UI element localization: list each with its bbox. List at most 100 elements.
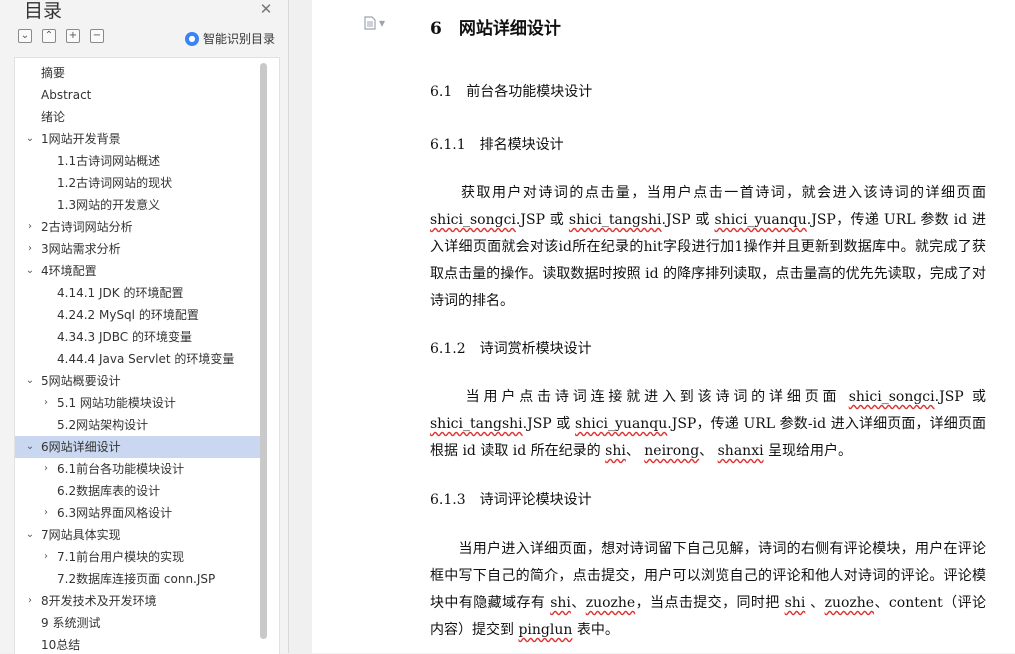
spellcheck-word: shici_tangshi xyxy=(568,212,662,228)
remove-heading-icon[interactable]: − xyxy=(90,29,104,43)
chevron-right-icon[interactable]: › xyxy=(41,458,51,480)
expand-level-icon[interactable]: ⌃ xyxy=(42,29,56,43)
document-outline-icon[interactable]: ▾ xyxy=(364,16,385,30)
toc-item[interactable]: 5.2网站架构设计 xyxy=(15,414,261,436)
toc-item-label: 7网站具体实现 xyxy=(41,528,121,542)
toc-item-label: 6网站详细设计 xyxy=(41,440,121,454)
toc-item[interactable]: ⌄ 6网站详细设计 xyxy=(15,436,261,458)
spellcheck-word: shici_yuanqu xyxy=(714,212,807,228)
spellcheck-word: zuozhe xyxy=(585,595,636,611)
toc-item-label: 5.2网站架构设计 xyxy=(57,418,149,432)
close-icon[interactable]: ✕ xyxy=(258,1,274,17)
toc-item-label: 4.24.2 MySql 的环境配置 xyxy=(57,308,199,322)
spellcheck-word: shici_songci xyxy=(430,212,516,228)
ai-detect-toc-label: 智能识别目录 xyxy=(203,32,276,46)
spellcheck-word: shici_tangshi xyxy=(430,416,523,432)
toc-item[interactable]: 6.2数据库表的设计 xyxy=(15,480,261,502)
spellcheck-word: pinglun xyxy=(518,622,573,638)
spellcheck-word: shi xyxy=(605,443,626,459)
toc-item-label: 1.1古诗词网站概述 xyxy=(57,154,161,168)
toc-item-label: 摘要 xyxy=(41,66,66,80)
paragraph-comment: 当用户进入详细页面，想对诗词留下自己见解，诗词的右侧有评论模块，用户在评论框中写… xyxy=(430,541,987,638)
toc-item[interactable]: ⌄ 4环境配置 xyxy=(15,260,261,282)
spellcheck-word: shici_songci xyxy=(848,389,935,405)
toc-sidebar: 目录 ✕ ⌄ ⌃ + − ● 智能识别目录 摘要 Abstract 绪论 ⌄ 1网站开发… xyxy=(0,0,289,654)
toc-item-label: 7.1前台用户模块的实现 xyxy=(57,550,185,564)
spellcheck-word: neirong xyxy=(644,443,700,459)
toc-item[interactable]: › 8开发技术及开发环境 xyxy=(15,590,261,612)
toc-item[interactable]: 4.44.4 Java Servlet 的环境变量 xyxy=(15,348,261,370)
ai-detect-toc-button[interactable]: ● 智能识别目录 xyxy=(185,30,275,47)
chevron-right-icon[interactable]: › xyxy=(25,590,35,612)
toc-item-label: 4环境配置 xyxy=(41,264,97,278)
toc-item[interactable]: 绪论 xyxy=(15,106,261,128)
toc-item-label: 4.34.3 JDBC 的环境变量 xyxy=(57,330,192,344)
chevron-down-icon[interactable]: ⌄ xyxy=(25,260,35,282)
heading-6-1-3: 6.1.3 诗词评论模块设计 xyxy=(430,492,592,508)
toc-item-label: 7.2数据库连接页面 conn.JSP xyxy=(57,572,216,586)
toc-item-label: 1网站开发背景 xyxy=(41,132,121,146)
toc-item-label: 5网站概要设计 xyxy=(41,374,121,388)
toc-item[interactable]: Abstract xyxy=(15,84,261,106)
heading-6-1: 6.1 前台各功能模块设计 xyxy=(430,84,593,100)
toc-item[interactable]: 1.2古诗词网站的现状 xyxy=(15,172,261,194)
toc-item[interactable]: 4.24.2 MySql 的环境配置 xyxy=(15,304,261,326)
toc-item[interactable]: 9 系统测试 xyxy=(15,612,261,634)
toc-item-label: 9 系统测试 xyxy=(41,616,101,630)
chevron-down-icon[interactable]: ⌄ xyxy=(25,436,35,458)
toc-item[interactable]: 4.34.3 JDBC 的环境变量 xyxy=(15,326,261,348)
spellcheck-word: shanxi xyxy=(717,443,764,459)
chevron-down-icon[interactable]: ⌄ xyxy=(25,128,35,150)
toc-item[interactable]: ⌄ 5网站概要设计 xyxy=(15,370,261,392)
toc-list: 摘要 Abstract 绪论 ⌄ 1网站开发背景 1.1古诗词网站概述 1.2古诗词网站的现… xyxy=(14,57,280,654)
toc-item[interactable]: 4.14.1 JDK 的环境配置 xyxy=(15,282,261,304)
heading-6-1-2: 6.1.2 诗词赏析模块设计 xyxy=(430,341,592,357)
toc-item-label: 1.2古诗词网站的现状 xyxy=(57,176,173,190)
toc-item-label: Abstract xyxy=(41,88,92,102)
toc-item[interactable]: › 5.1 网站功能模块设计 xyxy=(15,392,261,414)
toc-item-label: 4.14.1 JDK 的环境配置 xyxy=(57,286,184,300)
heading-level1: 6 网站详细设计 xyxy=(430,19,561,39)
collapse-all-icon[interactable]: ⌄ xyxy=(18,29,32,43)
toc-item-label: 6.2数据库表的设计 xyxy=(57,484,161,498)
toc-item[interactable]: 7.2数据库连接页面 conn.JSP xyxy=(15,568,261,590)
spellcheck-word: shi xyxy=(784,595,806,611)
paragraph-ranking: 获取用户对诗词的点击量，当用户点击一首诗词，就会进入该诗词的详细页面 shici… xyxy=(430,185,986,309)
chevron-right-icon[interactable]: › xyxy=(41,392,51,414)
ai-icon: ● xyxy=(185,31,199,46)
toc-item[interactable]: › 6.1前台各功能模块设计 xyxy=(15,458,261,480)
toc-item-label: 10总结 xyxy=(41,638,81,652)
toc-item-label: 2古诗词网站分析 xyxy=(41,220,133,234)
toc-item-label: 5.1 网站功能模块设计 xyxy=(57,396,176,410)
toc-scrollbar[interactable] xyxy=(260,63,267,639)
toc-item-label: 绪论 xyxy=(41,110,66,124)
toc-item[interactable]: › 7.1前台用户模块的实现 xyxy=(15,546,261,568)
toc-item[interactable]: › 3网站需求分析 xyxy=(15,238,261,260)
chevron-right-icon[interactable]: › xyxy=(25,238,35,260)
toc-item[interactable]: › 2古诗词网站分析 xyxy=(15,216,261,238)
chevron-right-icon[interactable]: › xyxy=(41,502,51,524)
toc-title: 目录 xyxy=(24,0,63,22)
toc-item-label: 6.3网站界面风格设计 xyxy=(57,506,173,520)
chevron-right-icon[interactable]: › xyxy=(25,216,35,238)
toc-item-label: 6.1前台各功能模块设计 xyxy=(57,462,185,476)
toc-item[interactable]: › 6.3网站界面风格设计 xyxy=(15,502,261,524)
toc-item[interactable]: 1.1古诗词网站概述 xyxy=(15,150,261,172)
heading-6-1-1: 6.1.1 排名模块设计 xyxy=(430,137,564,153)
toc-item[interactable]: ⌄ 7网站具体实现 xyxy=(15,524,261,546)
chevron-down-icon[interactable]: ⌄ xyxy=(25,370,35,392)
spellcheck-word: shici_yuanqu xyxy=(575,416,668,432)
paragraph-appreciation: 当用户点击诗词连接就进入到该诗词的详细页面 shici_songci.JSP 或… xyxy=(430,389,986,459)
toc-item-label: 8开发技术及开发环境 xyxy=(41,594,157,608)
toc-item-label: 4.44.4 Java Servlet 的环境变量 xyxy=(57,352,235,366)
toc-item[interactable]: 10总结 xyxy=(15,634,261,654)
toc-item[interactable]: 1.3网站的开发意义 xyxy=(15,194,261,216)
toc-item-label: 3网站需求分析 xyxy=(41,242,121,256)
chevron-down-icon[interactable]: ⌄ xyxy=(25,524,35,546)
toc-item[interactable]: 摘要 xyxy=(15,62,261,84)
chevron-right-icon[interactable]: › xyxy=(41,546,51,568)
add-heading-icon[interactable]: + xyxy=(66,29,80,43)
toc-item[interactable]: ⌄ 1网站开发背景 xyxy=(15,128,261,150)
spellcheck-word: zuozhe xyxy=(824,595,875,611)
spellcheck-word: shi xyxy=(550,595,571,611)
